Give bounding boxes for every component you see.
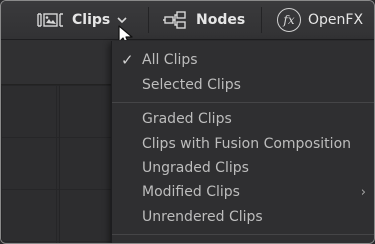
timeline-grid [1, 85, 111, 243]
openfx-button[interactable]: fx OpenFX [277, 1, 363, 39]
menu-item-selected-clips[interactable]: Selected Clips [112, 73, 374, 97]
menu-item-label: All Clips [142, 52, 198, 68]
menu-item-label: Modified Clips [142, 184, 240, 200]
openfx-label: OpenFX [308, 12, 364, 28]
nodes-icon [163, 11, 189, 29]
submenu-arrow-icon: › [360, 184, 366, 200]
checkmark-icon: ✓ [121, 51, 134, 69]
menu-divider [112, 234, 374, 235]
menu-item-label: Ungraded Clips [142, 160, 249, 176]
toolbar: Clips Nodes fx OpenFX [1, 1, 374, 46]
app-window: Clips Nodes fx OpenFX ✓ All Clips Select… [0, 0, 375, 244]
clips-filter-menu: ✓ All Clips Selected Clips Graded Clips … [111, 41, 374, 243]
fx-badge-text: fx [283, 13, 295, 27]
menu-item-label: Selected Clips [142, 77, 241, 93]
fx-icon: fx [277, 8, 301, 32]
toolbar-separator [148, 7, 149, 33]
clips-button[interactable]: Clips [37, 1, 127, 39]
menu-item-label: Unrendered Clips [142, 209, 263, 225]
menu-item-unrendered-clips[interactable]: Unrendered Clips [112, 205, 374, 229]
menu-item-graded-clips[interactable]: Graded Clips [112, 107, 374, 131]
menu-item-ungraded-clips[interactable]: Ungraded Clips [112, 156, 374, 180]
menu-item-clips-with-fusion[interactable]: Clips with Fusion Composition [112, 132, 374, 156]
chevron-down-icon [117, 16, 127, 24]
nodes-label: Nodes [196, 12, 246, 28]
clips-icon [37, 12, 67, 28]
menu-divider [112, 102, 374, 103]
clips-label: Clips [72, 12, 111, 28]
menu-item-all-clips[interactable]: ✓ All Clips [112, 48, 374, 72]
nodes-button[interactable]: Nodes [163, 1, 245, 39]
menu-item-modified-clips[interactable]: Modified Clips › [112, 180, 374, 204]
menu-item-label: Graded Clips [142, 111, 232, 127]
menu-item-label: Clips with Fusion Composition [142, 136, 352, 152]
toolbar-separator [261, 7, 262, 33]
grid-divider [59, 85, 60, 243]
